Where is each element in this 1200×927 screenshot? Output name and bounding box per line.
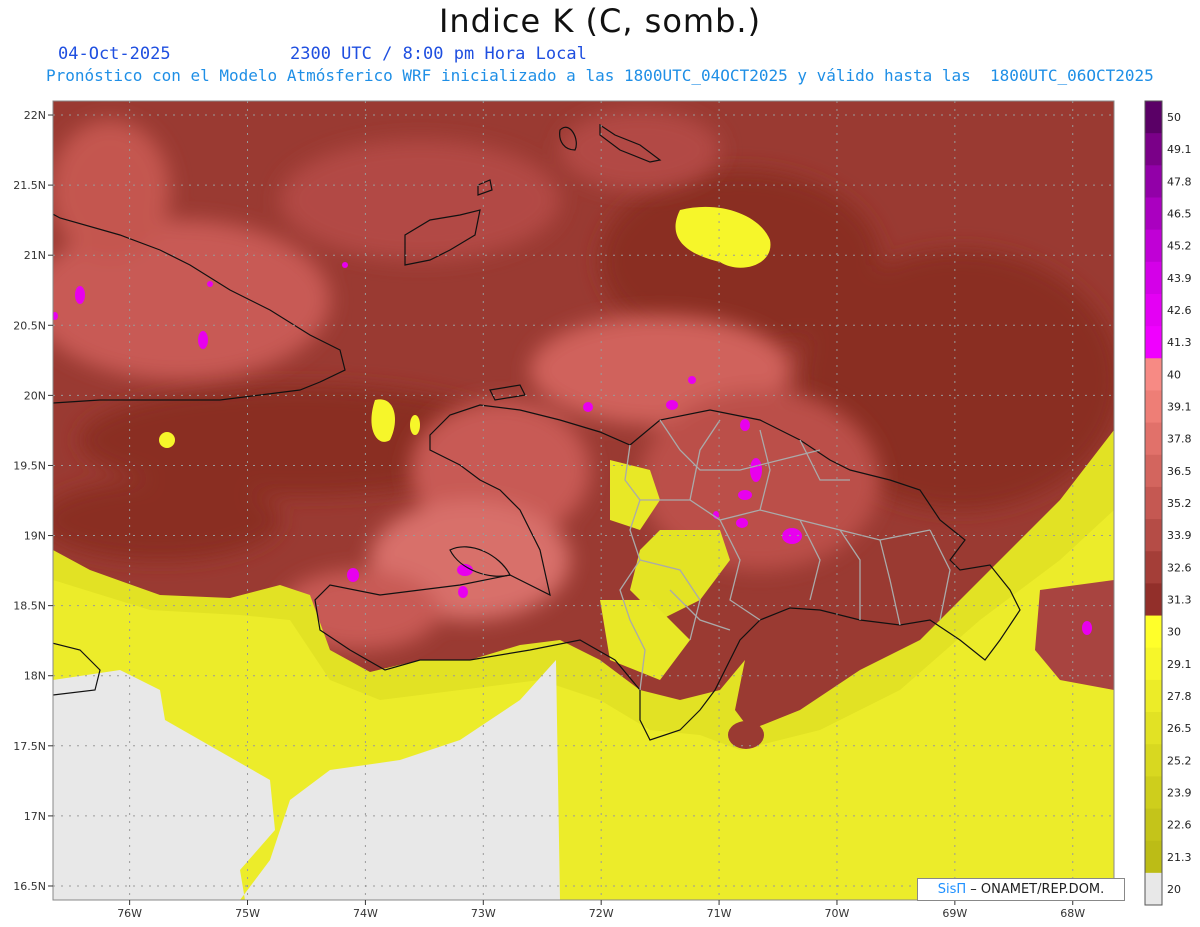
lon-label: 68W: [1060, 907, 1085, 920]
colorbar-label: 27.8: [1167, 690, 1192, 703]
field-layer: [53, 101, 1114, 900]
lat-label: 20N: [24, 389, 46, 402]
colorbar-swatch: [1145, 390, 1162, 424]
colorbar-swatch: [1145, 358, 1162, 391]
colorbar-label: 33.9: [1167, 529, 1192, 542]
colorbar-label: 32.6: [1167, 561, 1192, 574]
colorbar-label: 35.2: [1167, 497, 1192, 510]
colorbar-label: 47.8: [1167, 175, 1192, 188]
colorbar-label: 20: [1167, 883, 1181, 896]
lat-label: 19N: [24, 530, 46, 543]
colorbar-label: 42.6: [1167, 304, 1192, 317]
lat-label: 21N: [24, 249, 46, 262]
credit-text: – ONAMET/REP.DOM.: [966, 882, 1105, 897]
colorbar-label: 31.3: [1167, 593, 1192, 606]
colorbar-swatch: [1145, 165, 1162, 198]
colorbar-label: 46.5: [1167, 208, 1192, 221]
colorbar-swatch: [1145, 679, 1162, 713]
colorbar-swatch: [1145, 808, 1162, 842]
colorbar-swatch: [1145, 519, 1162, 552]
lon-label: 71W: [707, 907, 732, 920]
lat-label: 18.5N: [13, 600, 46, 613]
lat-label: 20.5N: [13, 319, 46, 332]
colorbar-swatch: [1145, 454, 1162, 488]
colorbar-swatch: [1145, 712, 1162, 745]
colorbar-swatch: [1145, 583, 1162, 617]
sisp-logo: SisΠ: [937, 882, 967, 897]
colorbar-swatch: [1145, 486, 1162, 520]
colorbar-label: 49.1: [1167, 143, 1192, 156]
lat-label: 21.5N: [13, 179, 46, 192]
colorbar-label: 36.5: [1167, 465, 1192, 478]
lat-label: 17.5N: [13, 740, 46, 753]
colorbar-swatch: [1145, 197, 1162, 231]
lon-label: 70W: [825, 907, 850, 920]
lon-label: 73W: [471, 907, 496, 920]
colorbar-swatch: [1145, 101, 1162, 134]
colorbar-swatch: [1145, 261, 1162, 295]
colorbar-swatch: [1145, 776, 1162, 810]
colorbar-label: 50: [1167, 111, 1181, 124]
colorbar-label: 23.9: [1167, 786, 1192, 799]
colorbar-swatch: [1145, 840, 1162, 874]
colorbar-label: 41.3: [1167, 336, 1192, 349]
colorbar-swatch: [1145, 551, 1162, 584]
colorbar-swatch: [1145, 133, 1162, 166]
lon-label: 74W: [353, 907, 378, 920]
colorbar-label: 40: [1167, 368, 1181, 381]
colorbar-swatch: [1145, 647, 1162, 681]
colorbar-label: 26.5: [1167, 722, 1192, 735]
lon-label: 76W: [117, 907, 142, 920]
lon-label: 75W: [235, 907, 260, 920]
colorbar-swatch: [1145, 422, 1162, 456]
colorbar-swatch: [1145, 615, 1162, 649]
colorbar-label: 30: [1167, 626, 1181, 639]
colorbar-label: 29.1: [1167, 658, 1192, 671]
colorbar-swatch: [1145, 326, 1162, 359]
colorbar-swatch: [1145, 229, 1162, 263]
colorbar-label: 21.3: [1167, 851, 1192, 864]
colorbar-label: 37.8: [1167, 433, 1192, 446]
lat-label: 17N: [24, 810, 46, 823]
lat-label: 16.5N: [13, 880, 46, 893]
credit-box: SisΠ – ONAMET/REP.DOM.: [917, 878, 1125, 901]
colorbar: 50 49.1 47.8 46.5 45.2 43.9 42.6 41.3 40 39.1 37.8…: [1144, 100, 1192, 906]
colorbar-label: 43.9: [1167, 272, 1192, 285]
colorbar-label: 25.2: [1167, 754, 1192, 767]
colorbar-label: 45.2: [1167, 240, 1192, 253]
lat-label: 19.5N: [13, 459, 46, 472]
colorbar-swatch: [1145, 293, 1162, 327]
k-index-map: 22N 21.5N 21N 20.5N 20N 19.5N 19N 18.5N 18N 17.5N…: [13, 100, 1192, 920]
lon-label: 69W: [942, 907, 967, 920]
colorbar-swatch: [1145, 872, 1162, 906]
colorbar-label: 39.1: [1167, 401, 1192, 414]
lon-label: 72W: [589, 907, 614, 920]
colorbar-label: 22.6: [1167, 819, 1192, 832]
colorbar-swatch: [1145, 744, 1162, 777]
longitude-axis: 76W 75W 74W 73W 72W 71W 70W 69W 68W: [117, 900, 1085, 920]
lat-label: 22N: [24, 109, 46, 122]
latitude-axis: 22N 21.5N 21N 20.5N 20N 19.5N 19N 18.5N 18N 17.5N…: [13, 109, 53, 893]
lat-label: 18N: [24, 670, 46, 683]
